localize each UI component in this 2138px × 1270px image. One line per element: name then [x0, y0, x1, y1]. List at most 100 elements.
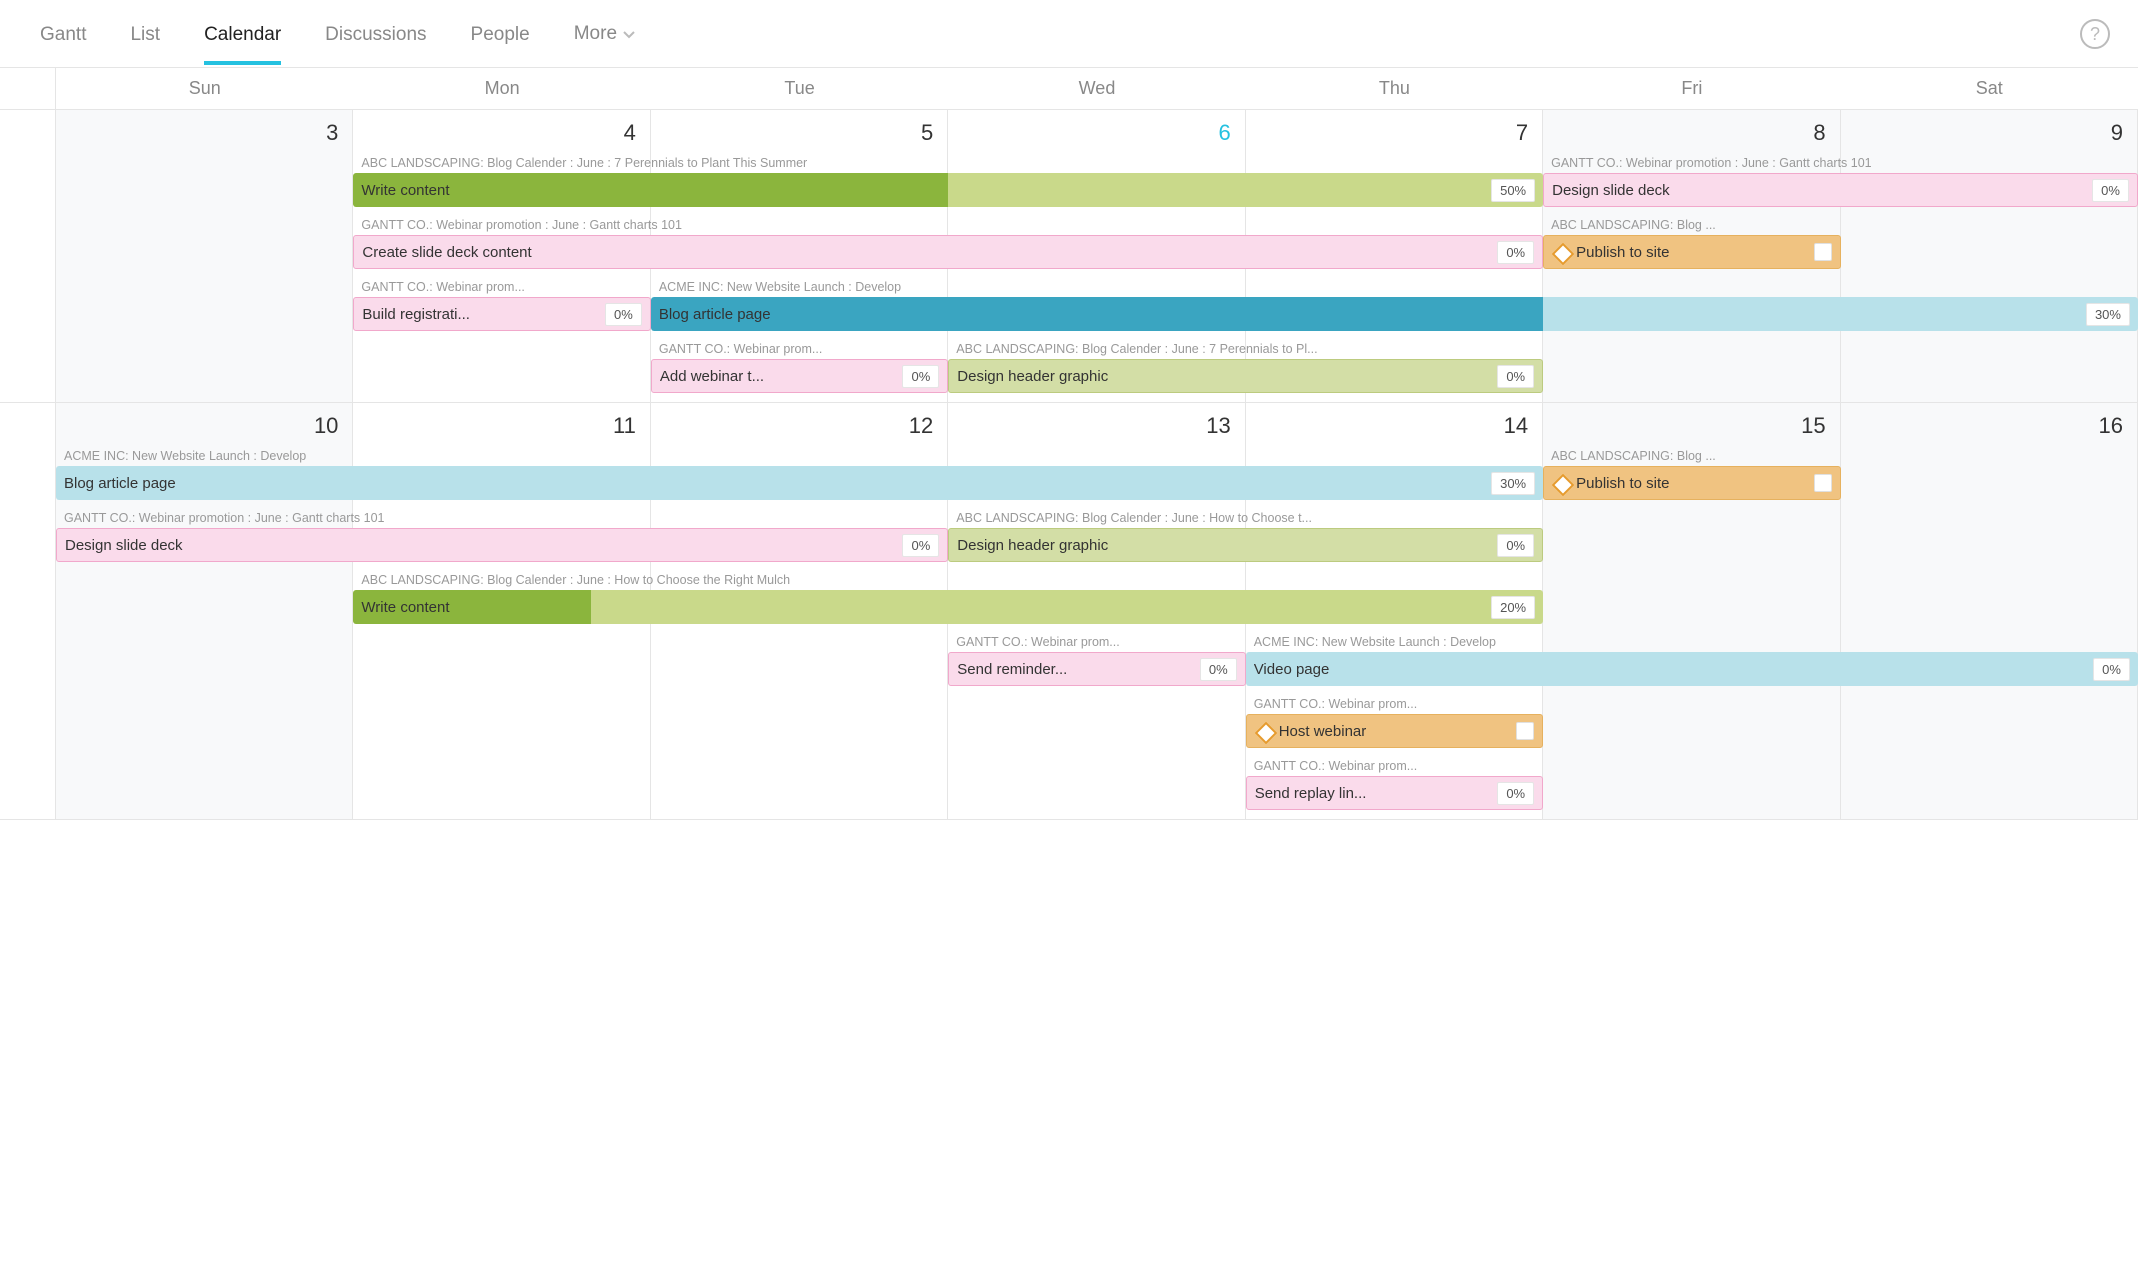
calendar-event[interactable]: GANTT CO.: Webinar prom... Host webinar: [1246, 695, 1543, 751]
event-title: Host webinar: [1279, 723, 1516, 740]
event-bar[interactable]: Publish to site: [1543, 466, 1840, 500]
weekday-label: Fri: [1543, 68, 1840, 109]
calendar-event[interactable]: GANTT CO.: Webinar prom...Send reminder.…: [948, 633, 1245, 689]
event-caption: ABC LANDSCAPING: Blog Calender : June : …: [948, 340, 1543, 359]
calendar-event[interactable]: ACME INC: New Website Launch : DevelopBl…: [651, 278, 2138, 334]
event-layer: ABC LANDSCAPING: Blog Calender : June : …: [56, 110, 2138, 402]
event-percent-badge: 0%: [605, 303, 642, 326]
tab-discussions[interactable]: Discussions: [303, 4, 448, 64]
calendar-event[interactable]: GANTT CO.: Webinar promotion : June : Ga…: [1543, 154, 2138, 210]
event-checkbox[interactable]: [1814, 243, 1832, 261]
week-gutter: [0, 403, 56, 819]
event-row: GANTT CO.: Webinar prom...Send reminder.…: [56, 633, 2138, 695]
event-row: GANTT CO.: Webinar prom...Add webinar t.…: [56, 340, 2138, 402]
event-bar[interactable]: Build registrati...0%: [353, 297, 650, 331]
event-bar[interactable]: Blog article page30%: [651, 297, 2138, 331]
event-bar[interactable]: Design slide deck0%: [1543, 173, 2138, 207]
event-percent-badge: 0%: [1497, 782, 1534, 805]
event-row: ABC LANDSCAPING: Blog Calender : June : …: [56, 154, 2138, 216]
event-title: Build registrati...: [362, 306, 605, 323]
event-caption: GANTT CO.: Webinar prom...: [1246, 757, 1543, 776]
event-percent-badge: 0%: [2092, 179, 2129, 202]
event-percent-badge: 0%: [1497, 365, 1534, 388]
calendar-event[interactable]: ABC LANDSCAPING: Blog Calender : June : …: [353, 571, 1543, 627]
event-bar[interactable]: Host webinar: [1246, 714, 1543, 748]
event-caption: GANTT CO.: Webinar prom...: [1246, 695, 1543, 714]
tab-label: More: [574, 24, 617, 45]
event-title: Send reminder...: [957, 661, 1200, 678]
event-row: ACME INC: New Website Launch : DevelopBl…: [56, 447, 2138, 509]
event-bar[interactable]: Video page0%: [1246, 652, 2138, 686]
event-checkbox[interactable]: [1814, 474, 1832, 492]
event-percent-badge: 50%: [1491, 179, 1535, 202]
event-title: Publish to site: [1576, 475, 1813, 492]
calendar-event[interactable]: ACME INC: New Website Launch : DevelopBl…: [56, 447, 1543, 503]
event-bar[interactable]: Write content20%: [353, 590, 1543, 624]
event-title: Send replay lin...: [1255, 785, 1498, 802]
weekday-label: Tue: [651, 68, 948, 109]
event-percent-badge: 0%: [902, 534, 939, 557]
event-bar[interactable]: Design header graphic0%: [948, 528, 1543, 562]
tab-calendar[interactable]: Calendar: [182, 4, 303, 64]
event-bar[interactable]: Create slide deck content0%: [353, 235, 1543, 269]
event-row: GANTT CO.: Webinar promotion : June : Ga…: [56, 216, 2138, 278]
tab-people[interactable]: People: [449, 4, 552, 64]
weekday-label: Mon: [353, 68, 650, 109]
calendar-event[interactable]: GANTT CO.: Webinar prom...Build registra…: [353, 278, 650, 334]
event-caption: GANTT CO.: Webinar promotion : June : Ga…: [353, 216, 1543, 235]
milestone-icon: [1552, 474, 1570, 492]
calendar-event[interactable]: ABC LANDSCAPING: Blog ...Publish to site: [1543, 216, 1840, 272]
event-caption: ACME INC: New Website Launch : Develop: [1246, 633, 2138, 652]
weekday-label: Thu: [1246, 68, 1543, 109]
tab-more[interactable]: More: [552, 3, 657, 63]
calendar-event[interactable]: ABC LANDSCAPING: Blog Calender : June : …: [353, 154, 1543, 210]
event-bar[interactable]: Design header graphic0%: [948, 359, 1543, 393]
event-row: GANTT CO.: Webinar prom...Send replay li…: [56, 757, 2138, 819]
calendar-event[interactable]: ABC LANDSCAPING: Blog ... Publish to site: [1543, 447, 1840, 503]
weekday-label: Sun: [56, 68, 353, 109]
event-percent-badge: 20%: [1491, 596, 1535, 619]
view-tabs: Gantt List Calendar Discussions People More ?: [0, 0, 2138, 68]
event-percent-badge: 30%: [2086, 303, 2130, 326]
event-bar[interactable]: Publish to site: [1543, 235, 1840, 269]
event-bar[interactable]: Blog article page30%: [56, 466, 1543, 500]
event-title: Write content: [361, 599, 1491, 616]
event-bar[interactable]: Add webinar t...0%: [651, 359, 948, 393]
tab-label: People: [471, 24, 530, 45]
milestone-icon: [1255, 722, 1273, 740]
tab-label: Calendar: [204, 24, 281, 45]
tab-label: Discussions: [325, 24, 426, 45]
event-percent-badge: 0%: [902, 365, 939, 388]
tab-gantt[interactable]: Gantt: [18, 4, 108, 64]
calendar-week: 3456789ABC LANDSCAPING: Blog Calender : …: [0, 110, 2138, 403]
calendar-event[interactable]: GANTT CO.: Webinar prom...Add webinar t.…: [651, 340, 948, 396]
tab-label: List: [130, 24, 160, 45]
calendar-event[interactable]: GANTT CO.: Webinar promotion : June : Ga…: [56, 509, 948, 565]
calendar-event[interactable]: ABC LANDSCAPING: Blog Calender : June : …: [948, 509, 1543, 565]
calendar-event[interactable]: GANTT CO.: Webinar prom...Send replay li…: [1246, 757, 1543, 813]
event-bar[interactable]: Design slide deck0%: [56, 528, 948, 562]
event-percent-badge: 0%: [1200, 658, 1237, 681]
event-percent-badge: 0%: [1497, 534, 1534, 557]
event-caption: ABC LANDSCAPING: Blog ...: [1543, 216, 1840, 235]
event-bar[interactable]: Send reminder...0%: [948, 652, 1245, 686]
event-title: Blog article page: [64, 475, 1491, 492]
event-caption: ACME INC: New Website Launch : Develop: [651, 278, 2138, 297]
tab-list[interactable]: List: [108, 4, 182, 64]
calendar-event[interactable]: ACME INC: New Website Launch : DevelopVi…: [1246, 633, 2138, 689]
event-caption: ABC LANDSCAPING: Blog ...: [1543, 447, 1840, 466]
event-row: GANTT CO.: Webinar prom...Build registra…: [56, 278, 2138, 340]
event-checkbox[interactable]: [1516, 722, 1534, 740]
event-title: Blog article page: [659, 306, 2086, 323]
event-title: Add webinar t...: [660, 368, 903, 385]
event-bar[interactable]: Write content50%: [353, 173, 1543, 207]
weekday-label: Wed: [948, 68, 1245, 109]
calendar-event[interactable]: GANTT CO.: Webinar promotion : June : Ga…: [353, 216, 1543, 272]
calendar-event[interactable]: ABC LANDSCAPING: Blog Calender : June : …: [948, 340, 1543, 396]
week-gutter: [0, 110, 56, 402]
event-bar[interactable]: Send replay lin...0%: [1246, 776, 1543, 810]
event-caption: GANTT CO.: Webinar promotion : June : Ga…: [1543, 154, 2138, 173]
event-caption: GANTT CO.: Webinar prom...: [948, 633, 1245, 652]
help-icon[interactable]: ?: [2080, 19, 2110, 49]
event-caption: GANTT CO.: Webinar prom...: [651, 340, 948, 359]
